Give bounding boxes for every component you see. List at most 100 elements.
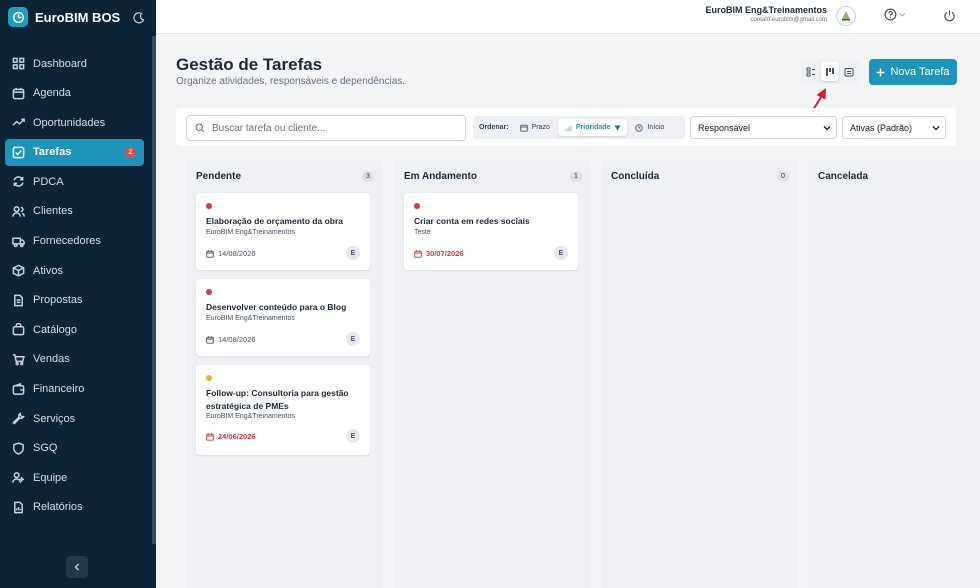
plus-icon	[876, 68, 885, 76]
task-date-text: 14/08/2026	[218, 249, 256, 258]
sort-option-label: Prazo	[531, 124, 550, 131]
kanban-column: Concluída 0	[601, 160, 798, 588]
power-icon	[944, 10, 955, 22]
task-title: Criar conta em redes sociais	[414, 216, 530, 226]
sidebar-item-agenda[interactable]: Agenda	[5, 80, 144, 107]
task-title: Elaboração de orçamento da obra	[206, 216, 343, 226]
sidebar-item-sgq[interactable]: SGQ	[5, 435, 144, 462]
task-card[interactable]: Desenvolver conteúdo para o Blog EuroBIM …	[196, 279, 370, 356]
calendar-icon	[206, 249, 214, 258]
column-count-badge: 0	[777, 171, 789, 182]
task-client: EuroBIM Eng&Treinamentos	[206, 229, 295, 236]
cart-icon	[12, 354, 25, 366]
sidebar-item-oportunidades[interactable]: Oportunidades	[5, 109, 144, 136]
search-input[interactable]: Buscar tarefa ou cliente...	[186, 115, 466, 141]
sidebar-item-pdca[interactable]: PDCA	[5, 168, 144, 195]
sidebar-item-label: Fornecedores	[33, 235, 101, 248]
new-task-button[interactable]: Nova Tarefa	[869, 59, 957, 85]
calendar-icon	[12, 87, 25, 99]
task-client: EuroBIM Eng&Treinamentos	[206, 315, 295, 322]
box-icon	[12, 264, 25, 277]
assignee-avatar[interactable]: E	[346, 246, 360, 260]
sidebar-item-catalogo[interactable]: Catálogo	[5, 316, 144, 343]
sidebar-item-dashboard[interactable]: Dashboard	[5, 50, 144, 77]
priority-dot	[206, 375, 212, 381]
sidebar-item-relatorios[interactable]: Relatórios	[5, 494, 144, 521]
sidebar-item-vendas[interactable]: Vendas	[5, 346, 144, 373]
assignee-avatar[interactable]: E	[346, 429, 360, 443]
task-title: Desenvolver conteúdo para o Blog	[206, 302, 347, 312]
grid-icon	[12, 57, 25, 70]
collapse-sidebar-button[interactable]	[66, 556, 88, 578]
sidebar-item-propostas[interactable]: Propostas	[5, 287, 144, 314]
help-icon	[884, 8, 897, 21]
main-content: Gestão de Tarefas Organize atividades, r…	[156, 35, 980, 588]
sidebar-item-label: Equipe	[33, 471, 68, 484]
page-title: Gestão de Tarefas	[176, 55, 323, 74]
app-logo-icon	[8, 7, 28, 27]
status-filter-value: Ativas (Padrão)	[850, 122, 913, 133]
view-toggle	[800, 59, 860, 84]
bag-icon	[12, 323, 25, 336]
sidebar-item-label: Tarefas	[33, 146, 72, 159]
task-client: Teste	[414, 229, 431, 236]
assignee-avatar[interactable]: E	[346, 332, 360, 346]
task-card[interactable]: Elaboração de orçamento da obra EuroBIM E…	[196, 193, 370, 270]
responsavel-value: Responsável	[698, 122, 751, 133]
cycle-icon	[13, 176, 24, 188]
sidebar-item-ativos[interactable]: Ativos	[5, 257, 144, 284]
company-avatar[interactable]	[836, 6, 856, 26]
calendar-view-button[interactable]	[840, 62, 858, 81]
company-name: EuroBIM Eng&Treinamentos	[705, 5, 827, 15]
sidebar-item-label: Financeiro	[33, 383, 85, 396]
wallet-icon	[12, 382, 25, 395]
sidebar-item-tarefas[interactable]: Tarefas 2	[5, 138, 144, 166]
calendar-icon	[414, 249, 422, 258]
help-button[interactable]	[884, 8, 906, 21]
sort-by-prazo[interactable]: Prazo	[514, 119, 556, 136]
task-card[interactable]: Follow-up: Consultoria para gestão estra…	[196, 365, 370, 455]
calendar-view-icon	[844, 67, 854, 76]
wrench-icon	[12, 412, 25, 425]
calendar-icon	[206, 432, 214, 441]
sort-desc-icon	[614, 125, 621, 130]
topbar: EuroBIM Eng&Treinamentos contato.eurobim…	[156, 0, 980, 34]
company-logo-icon	[842, 11, 850, 21]
sidebar-item-servicos[interactable]: Serviços	[5, 405, 144, 432]
theme-toggle-icon[interactable]	[133, 11, 145, 24]
app-name: EuroBIM BOS	[35, 9, 121, 25]
chevron-left-icon	[74, 563, 79, 571]
file-icon	[14, 294, 23, 307]
page-subtitle: Organize atividades, responsáveis e depe…	[176, 76, 406, 87]
sort-option-label: Prioridade	[575, 124, 611, 131]
sort-by-prioridade[interactable]: Prioridade	[557, 119, 628, 136]
sort-option-label: Início	[647, 124, 665, 131]
task-card[interactable]: Criar conta em redes sociais Teste 30/07/2…	[404, 193, 578, 270]
sidebar-item-financeiro[interactable]: Financeiro	[5, 376, 144, 403]
new-task-label: Nova Tarefa	[890, 66, 950, 78]
kanban-view-icon	[826, 67, 834, 76]
sidebar-item-equipe[interactable]: Equipe	[5, 464, 144, 491]
task-due-date: 14/08/2026	[206, 335, 256, 344]
sidebar-item-clientes[interactable]: Clientes	[5, 198, 144, 225]
kanban-view-button[interactable]	[820, 62, 839, 81]
task-due-date: 30/07/2026	[414, 249, 464, 258]
sidebar-item-fornecedores[interactable]: Fornecedores	[5, 228, 144, 255]
status-filter-select[interactable]: Ativas (Padrão)	[842, 116, 946, 139]
sort-by-inicio[interactable]: Início	[629, 119, 670, 136]
list-view-button[interactable]	[802, 62, 820, 81]
logout-button[interactable]	[943, 9, 956, 27]
shield-icon	[13, 442, 24, 455]
list-view-icon	[806, 67, 816, 76]
column-count-badge: 3	[362, 171, 374, 182]
company-email: contato.eurobim@gmail.com	[750, 17, 827, 23]
column-title: Cancelada	[818, 171, 869, 182]
assignee-avatar[interactable]: E	[554, 246, 568, 260]
responsavel-select[interactable]: Responsável	[690, 116, 837, 139]
chevron-down-icon	[823, 126, 831, 131]
task-client: EuroBIM Eng&Treinamentos	[206, 413, 295, 420]
sidebar-footer	[0, 544, 156, 588]
users-icon	[12, 206, 25, 217]
company-info: EuroBIM Eng&Treinamentos contato.eurobim…	[705, 5, 827, 23]
task-date-text: 24/06/2026	[218, 432, 256, 441]
